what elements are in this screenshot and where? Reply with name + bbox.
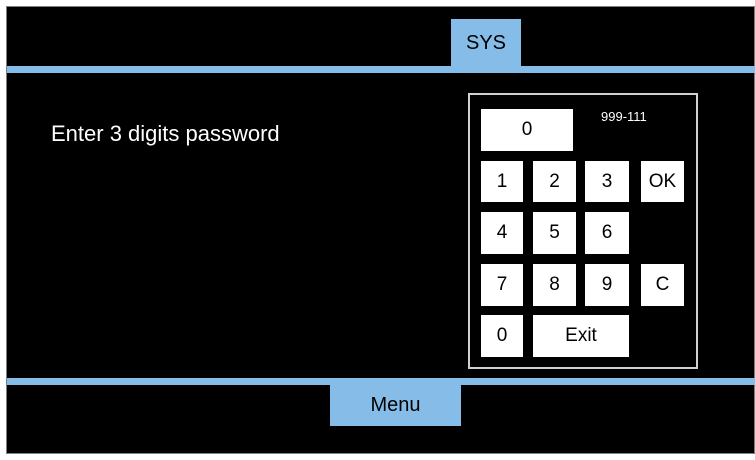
key-9[interactable]: 9 (585, 264, 629, 306)
key-5[interactable]: 5 (533, 212, 576, 254)
hmi-screen: SYS Enter 3 digits password 0 999-111 1 … (6, 6, 755, 454)
key-1[interactable]: 1 (481, 161, 523, 202)
key-7[interactable]: 7 (481, 264, 523, 306)
password-prompt: Enter 3 digits password (51, 121, 280, 146)
exit-button[interactable]: Exit (533, 315, 629, 357)
footer-divider (7, 378, 755, 385)
header-divider (7, 66, 755, 73)
tab-sys[interactable]: SYS (451, 19, 521, 67)
password-display: 0 (481, 109, 573, 151)
password-hint: 999-111 (601, 109, 647, 124)
key-2[interactable]: 2 (533, 161, 576, 202)
key-3[interactable]: 3 (585, 161, 629, 202)
key-4[interactable]: 4 (481, 212, 523, 254)
key-6[interactable]: 6 (585, 212, 629, 254)
key-8[interactable]: 8 (533, 264, 576, 306)
key-0[interactable]: 0 (481, 315, 523, 357)
clear-button[interactable]: C (641, 264, 684, 306)
menu-button[interactable]: Menu (330, 385, 461, 426)
ok-button[interactable]: OK (641, 161, 684, 202)
